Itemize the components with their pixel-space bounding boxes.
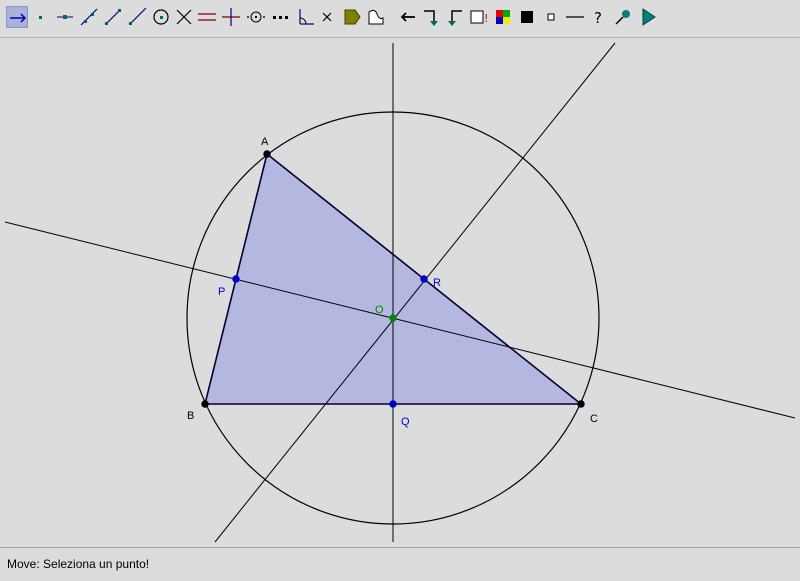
- drawing-canvas[interactable]: A B C P Q R O: [0, 37, 800, 547]
- undo-tool-button[interactable]: [397, 6, 419, 28]
- parallel-tool-button[interactable]: [196, 6, 218, 28]
- undo-arrow-icon: [400, 12, 415, 22]
- ray-tool-button[interactable]: [126, 6, 148, 28]
- label-B: B: [187, 410, 194, 422]
- segment-tool-button[interactable]: [102, 6, 124, 28]
- parallel-icon: [198, 13, 216, 21]
- point-size-tool-button[interactable]: [540, 6, 562, 28]
- point-on-line-tool-button[interactable]: [54, 6, 76, 28]
- perpendicular-icon: [222, 8, 240, 26]
- color-tool-button[interactable]: [492, 6, 514, 28]
- point-R[interactable]: [420, 275, 428, 283]
- label-A: A: [261, 136, 269, 148]
- geometry-svg[interactable]: A B C P Q R O: [0, 38, 800, 547]
- point-icon: [39, 16, 42, 19]
- measure-tool-button[interactable]: [365, 6, 387, 28]
- status-bar: Move: Seleziona un punto!: [0, 547, 800, 581]
- locus-tool-button[interactable]: [270, 6, 292, 28]
- step-back-icon: [448, 10, 462, 26]
- point-B[interactable]: [201, 400, 209, 408]
- macro-icon: !: [470, 10, 488, 25]
- svg-text:!: !: [484, 12, 488, 25]
- move-tool-button[interactable]: [6, 6, 28, 28]
- circle-icon: [153, 9, 169, 25]
- point-Q[interactable]: [389, 400, 397, 408]
- line-style-tool-button[interactable]: [564, 6, 586, 28]
- point-tool-button[interactable]: [30, 6, 52, 28]
- line-icon: [80, 8, 98, 26]
- delete-icon: [322, 12, 332, 22]
- point-O[interactable]: [389, 314, 397, 322]
- macro-tool-button[interactable]: !: [468, 6, 490, 28]
- point-on-line-icon: [57, 15, 73, 19]
- ray-icon: [129, 7, 147, 25]
- point-C[interactable]: [577, 400, 585, 408]
- segment-icon: [105, 9, 121, 25]
- label-O: O: [375, 304, 384, 316]
- svg-text:?: ?: [594, 9, 602, 27]
- label-P: P: [218, 286, 225, 298]
- toolbar: !?: [0, 0, 800, 36]
- point-size-icon: [547, 13, 555, 21]
- play-tool-button[interactable]: [637, 6, 659, 28]
- status-text: Move: Seleziona un punto!: [7, 557, 150, 571]
- point-A[interactable]: [263, 150, 271, 158]
- label-R: R: [433, 277, 441, 289]
- measure-icon: [368, 9, 384, 25]
- line-style-icon: [566, 16, 584, 18]
- polygon-icon: [344, 9, 361, 25]
- line-tool-button[interactable]: [78, 6, 100, 28]
- locus-icon: [273, 16, 288, 19]
- circle-tool-button[interactable]: [150, 6, 172, 28]
- play-icon: [642, 8, 656, 26]
- fill-square-icon: [521, 11, 533, 23]
- color-palette-icon: [496, 10, 510, 24]
- move-arrow-icon: [10, 13, 27, 23]
- pin-tool-button[interactable]: [612, 6, 634, 28]
- label-C: C: [590, 413, 598, 425]
- step-forward-tool-button[interactable]: [420, 6, 442, 28]
- delete-tool-button[interactable]: [316, 6, 338, 28]
- step-forward-icon: [424, 10, 438, 26]
- help-icon: ?: [594, 9, 602, 27]
- help-tool-button[interactable]: ?: [588, 6, 610, 28]
- angle-icon: [299, 9, 314, 25]
- fill-tool-button[interactable]: [516, 6, 538, 28]
- angle-tool-button[interactable]: [294, 6, 316, 28]
- intersection-icon: [176, 9, 192, 25]
- midpoint-icon: [247, 11, 265, 23]
- perpendicular-tool-button[interactable]: [220, 6, 242, 28]
- intersection-tool-button[interactable]: [173, 6, 195, 28]
- midpoint-tool-button[interactable]: [245, 6, 267, 28]
- pin-icon: [615, 10, 630, 25]
- label-Q: Q: [401, 416, 410, 428]
- polygon-tool-button[interactable]: [341, 6, 363, 28]
- step-back-tool-button[interactable]: [444, 6, 466, 28]
- point-P[interactable]: [232, 275, 240, 283]
